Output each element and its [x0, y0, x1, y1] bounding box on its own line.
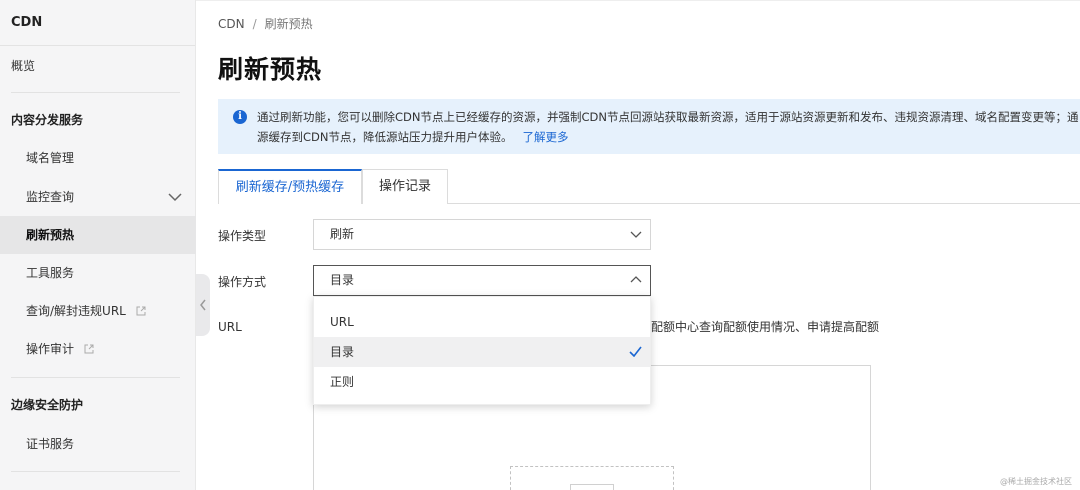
dropdown-option-directory[interactable]: 目录	[314, 337, 650, 367]
sidebar-divider	[11, 471, 180, 472]
breadcrumb-separator: /	[252, 17, 257, 31]
sidebar-collapse-handle[interactable]	[196, 274, 210, 336]
info-icon: i	[233, 110, 247, 124]
sidebar-item-tools[interactable]: 工具服务	[0, 254, 196, 292]
sidebar-item-url-block[interactable]: 查询/解封违规URL	[0, 292, 196, 330]
page-title: 刷新预热	[218, 55, 323, 84]
upload-icon	[570, 484, 614, 490]
sidebar-divider	[11, 92, 180, 93]
info-alert: i 通过刷新功能，您可以删除CDN节点上已经缓存的资源，并强制CDN节点回源站获…	[218, 99, 1080, 154]
external-link-icon	[136, 306, 146, 316]
op-method-label: 操作方式	[218, 275, 267, 289]
sidebar-divider	[11, 377, 180, 378]
chevron-down-icon	[630, 231, 642, 238]
url-label: URL	[218, 320, 242, 334]
sidebar-group-edge-security: 边缘安全防护	[11, 398, 84, 412]
alert-text: 源缓存到CDN节点，降低源站压力提升用户体验。	[257, 130, 513, 144]
breadcrumb-root[interactable]: CDN	[218, 17, 245, 31]
op-method-dropdown: URL 目录 正则	[313, 296, 651, 405]
sidebar-item-domain[interactable]: 域名管理	[0, 139, 196, 177]
dropdown-option-url[interactable]: URL	[314, 307, 650, 337]
breadcrumb-current: 刷新预热	[264, 17, 313, 31]
dropdown-option-regex[interactable]: 正则	[314, 367, 650, 397]
alert-text-line1: 通过刷新功能，您可以删除CDN节点上已经缓存的资源，并强制CDN节点回源站获取最…	[257, 110, 1079, 124]
op-method-select[interactable]: 目录	[313, 265, 651, 296]
checkmark-icon	[629, 346, 642, 357]
breadcrumb: CDN / 刷新预热	[218, 15, 313, 32]
op-type-value: 刷新	[330, 227, 355, 241]
sidebar-item-label: 监控查询	[26, 190, 75, 204]
tab-bar: 刷新缓存/预热缓存 操作记录	[218, 169, 1080, 204]
chevron-up-icon	[630, 276, 642, 283]
sidebar-item-overview[interactable]: 概览	[0, 47, 196, 85]
sidebar-title: CDN	[0, 0, 195, 46]
chevron-down-icon	[168, 193, 182, 202]
chevron-left-icon	[200, 299, 206, 311]
learn-more-link[interactable]: 了解更多	[523, 130, 569, 144]
watermark: @稀土掘金技术社区	[1000, 477, 1072, 486]
tab-refresh-prefetch[interactable]: 刷新缓存/预热缓存	[218, 169, 362, 204]
sidebar: CDN 概览 内容分发服务 域名管理 监控查询 刷新预热 工具服务 查询/解封违…	[0, 0, 196, 490]
op-type-select[interactable]: 刷新	[313, 219, 651, 250]
sidebar-item-monitor[interactable]: 监控查询	[0, 178, 196, 216]
op-type-label: 操作类型	[218, 229, 267, 243]
op-method-value: 目录	[330, 273, 355, 287]
sidebar-item-audit[interactable]: 操作审计	[0, 330, 196, 368]
sidebar-item-refresh[interactable]: 刷新预热	[0, 216, 196, 254]
sidebar-item-label: 操作审计	[26, 342, 75, 356]
tab-operation-log[interactable]: 操作记录	[362, 169, 448, 204]
quota-hint: 配额中心查询配额使用情况、申请提高配额	[651, 320, 880, 334]
alert-text-line2: 源缓存到CDN节点，降低源站压力提升用户体验。 了解更多	[257, 129, 569, 145]
top-border	[196, 0, 1080, 1]
external-link-icon	[84, 344, 94, 354]
dropdown-option-label: 目录	[330, 345, 355, 359]
sidebar-item-label: 查询/解封违规URL	[26, 304, 126, 318]
sidebar-group-content-delivery: 内容分发服务	[11, 113, 84, 127]
sidebar-item-cert[interactable]: 证书服务	[0, 425, 196, 463]
